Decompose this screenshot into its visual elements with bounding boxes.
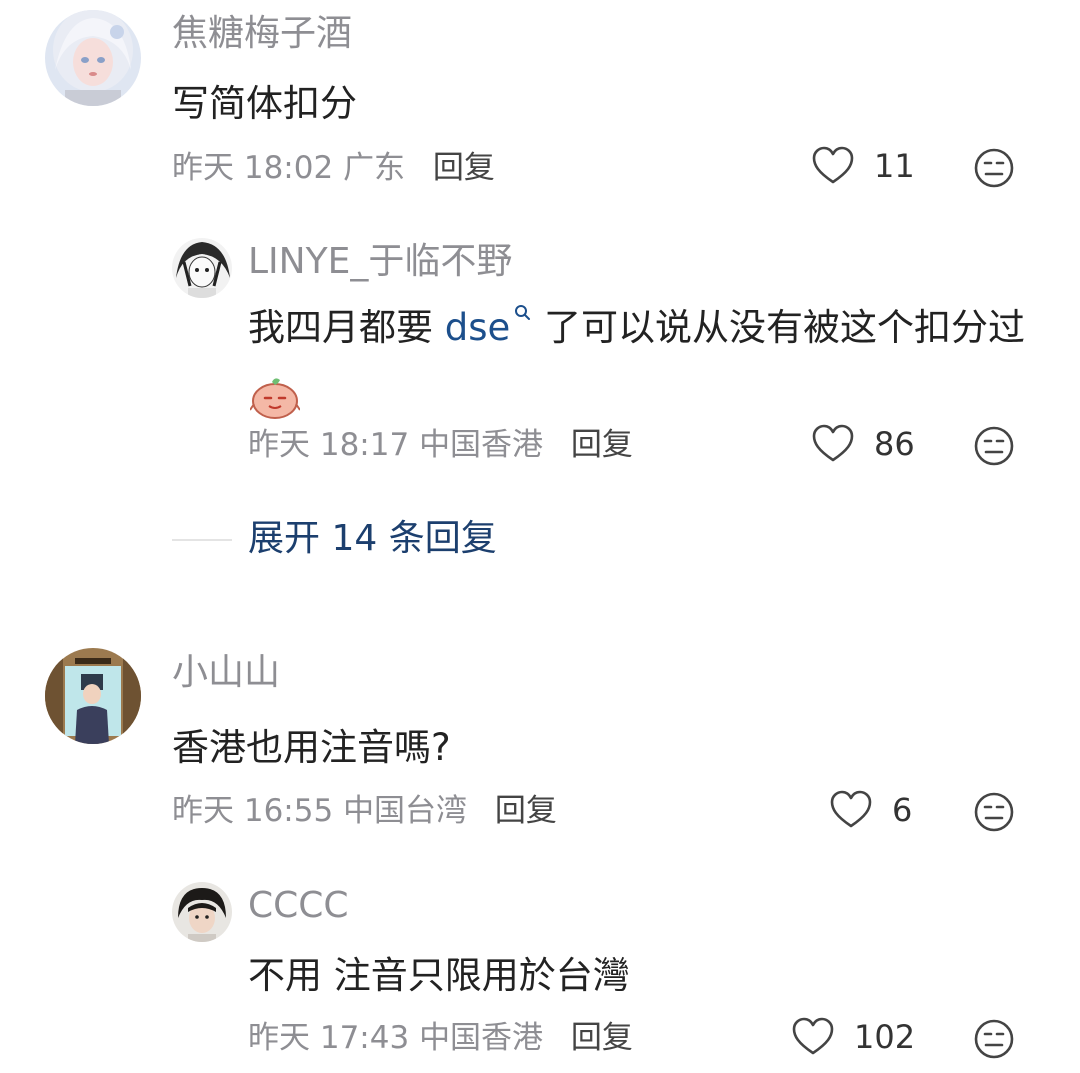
reply-time: 昨天 17:43 xyxy=(248,1020,410,1056)
reply-author[interactable]: CCCC xyxy=(248,884,349,928)
reply-button[interactable]: 回复 xyxy=(433,150,495,186)
avatar[interactable] xyxy=(45,648,141,744)
reply-location: 中国香港 xyxy=(419,1020,544,1056)
comment-meta: 昨天 16:55 中国台湾 回复 xyxy=(172,791,557,831)
heart-outline-icon xyxy=(812,424,854,462)
reply-button[interactable]: 回复 xyxy=(571,1020,633,1056)
reply-author[interactable]: LINYE_于临不野 xyxy=(248,240,512,284)
comment-author[interactable]: 小山山 xyxy=(172,651,280,695)
neutral-face-icon xyxy=(974,426,1014,466)
sticker-emoji-icon xyxy=(249,378,301,419)
like-button[interactable]: 102 xyxy=(792,1017,915,1057)
reply-meta: 昨天 18:17 中国香港 回复 xyxy=(248,425,633,465)
like-button[interactable]: 86 xyxy=(812,424,915,464)
comment-author[interactable]: 焦糖梅子酒 xyxy=(172,12,352,56)
heart-outline-icon xyxy=(812,146,854,184)
expand-divider xyxy=(172,539,232,541)
like-button[interactable]: 6 xyxy=(830,790,912,830)
comment-location: 广东 xyxy=(343,150,406,186)
search-icon[interactable] xyxy=(514,304,532,322)
reply-text-part: 了可以说从没有被这个扣分过 xyxy=(532,306,1026,349)
neutral-face-icon xyxy=(974,792,1014,832)
like-button[interactable]: 11 xyxy=(812,146,915,186)
reply-location: 中国香港 xyxy=(419,427,544,463)
avatar[interactable] xyxy=(172,238,232,298)
expand-replies-button[interactable]: 展开 14 条回复 xyxy=(248,517,497,561)
comment-text: 写简体扣分 xyxy=(172,82,357,125)
avatar[interactable] xyxy=(172,882,232,942)
heart-outline-icon xyxy=(830,790,872,828)
neutral-face-icon xyxy=(974,148,1014,188)
comment-location: 中国台湾 xyxy=(343,793,468,829)
reply-button[interactable]: 回复 xyxy=(571,427,633,463)
dislike-button[interactable] xyxy=(974,1019,1014,1059)
like-count: 102 xyxy=(854,1018,916,1056)
comment-time: 昨天 16:55 xyxy=(172,793,334,829)
comment-meta: 昨天 18:02 广东 回复 xyxy=(172,148,495,188)
reply-time: 昨天 18:17 xyxy=(248,427,410,463)
reply-text: 不用 注音只限用於台灣 xyxy=(248,954,630,997)
avatar[interactable] xyxy=(45,10,141,106)
heart-outline-icon xyxy=(792,1017,834,1055)
reply-text: 我四月都要 dse 了可以说从没有被这个扣分过 xyxy=(248,292,1038,436)
like-count: 11 xyxy=(874,147,915,185)
dse-link[interactable]: dse xyxy=(445,306,511,349)
dislike-button[interactable] xyxy=(974,792,1014,832)
comment-text: 香港也用注音嗎? xyxy=(172,726,451,769)
neutral-face-icon xyxy=(974,1019,1014,1059)
like-count: 6 xyxy=(892,791,913,829)
dislike-button[interactable] xyxy=(974,426,1014,466)
like-count: 86 xyxy=(874,425,915,463)
dislike-button[interactable] xyxy=(974,148,1014,188)
comment-time: 昨天 18:02 xyxy=(172,150,334,186)
reply-text-part: 我四月都要 xyxy=(248,306,445,349)
reply-meta: 昨天 17:43 中国香港 回复 xyxy=(248,1018,633,1058)
reply-button[interactable]: 回复 xyxy=(495,793,557,829)
